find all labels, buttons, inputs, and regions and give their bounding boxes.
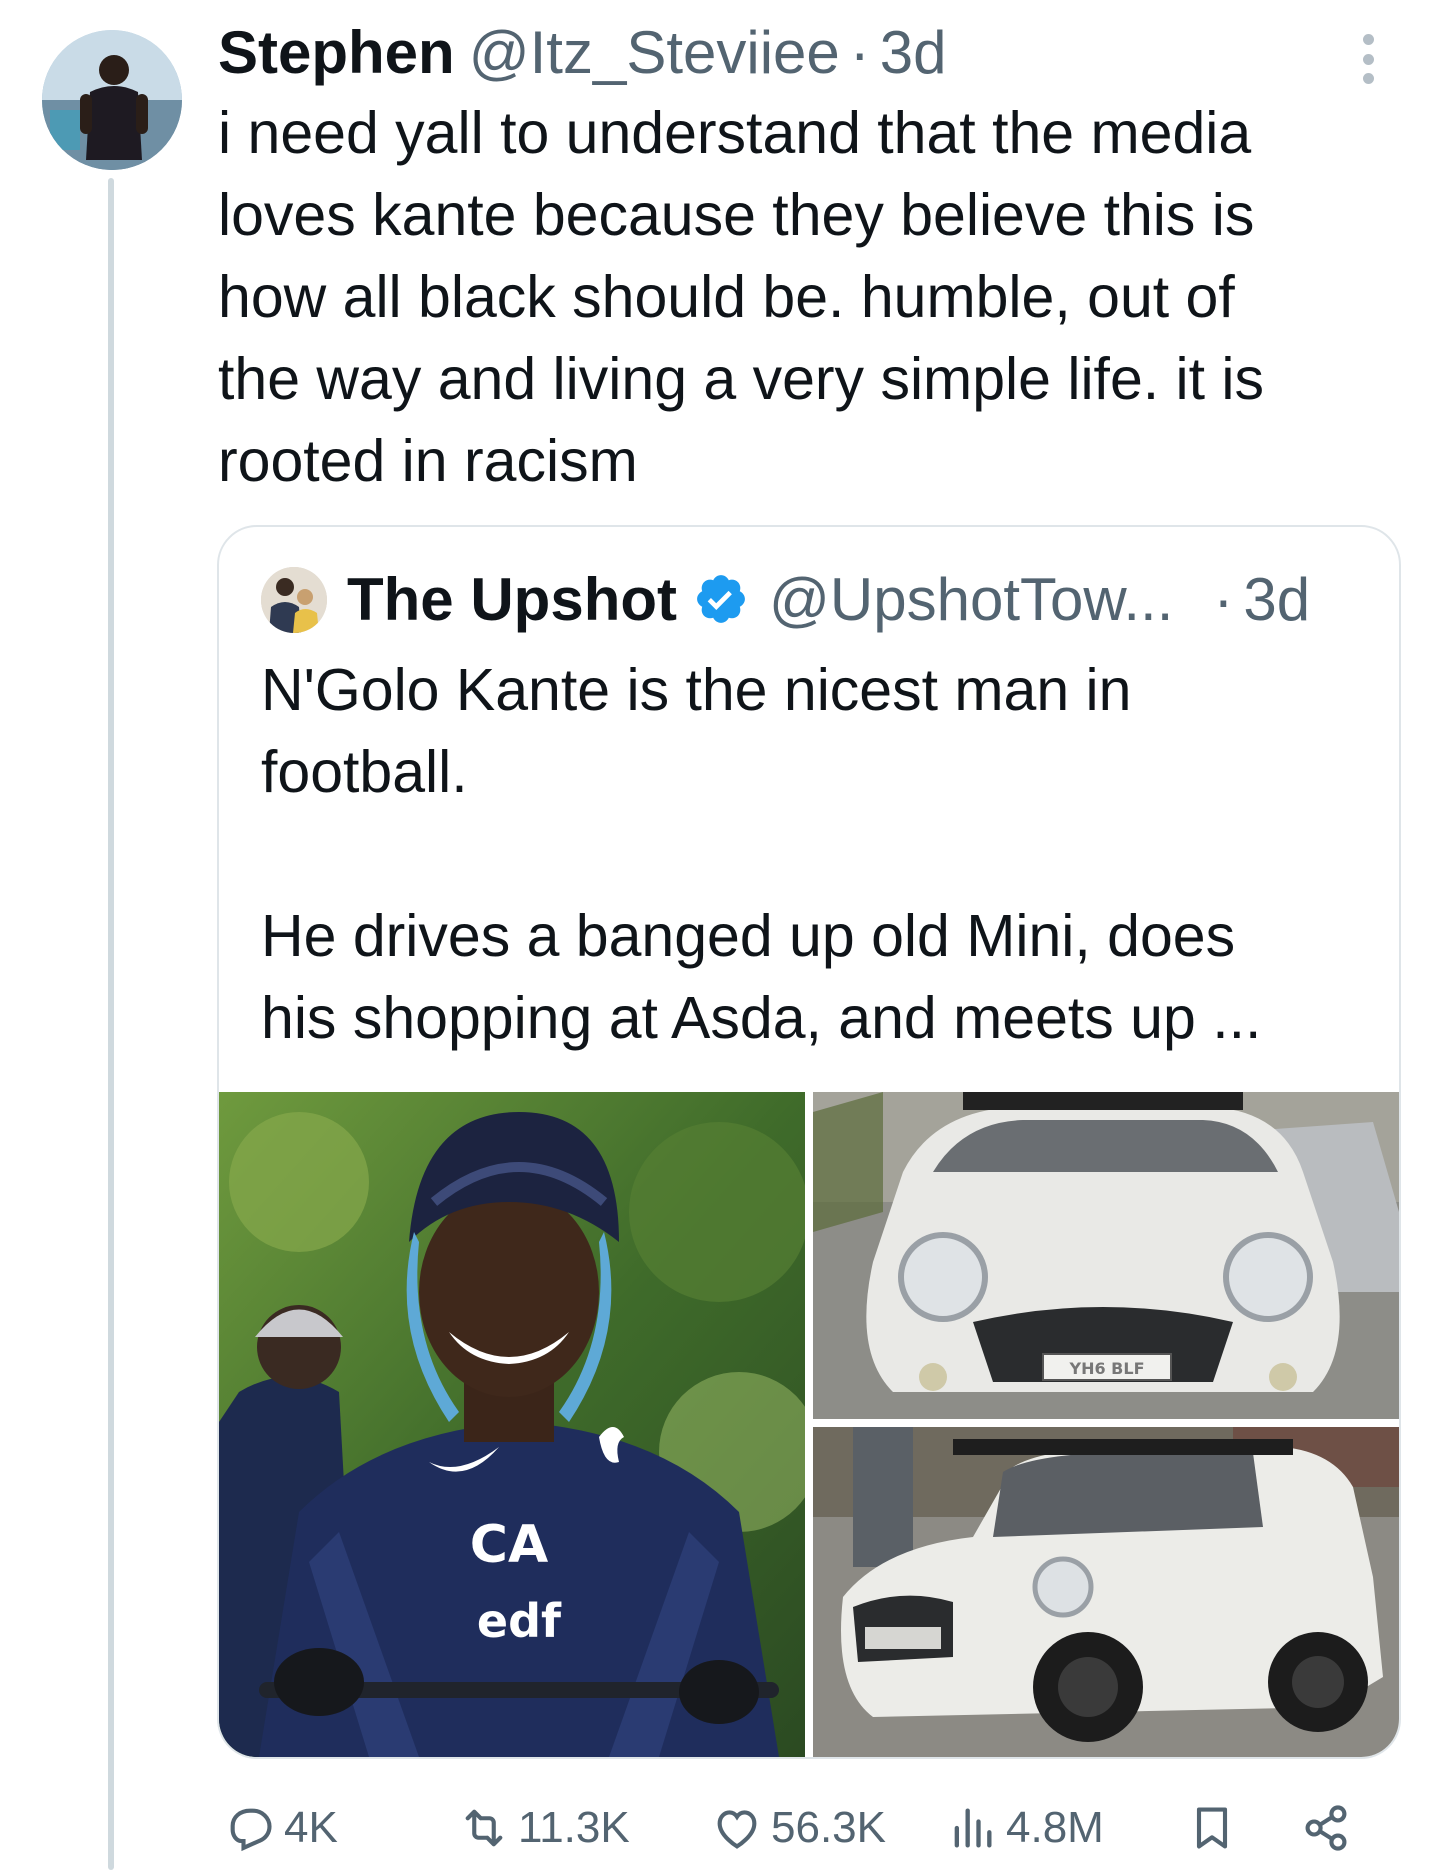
share-button[interactable]	[1300, 1798, 1360, 1858]
photo-mini-front[interactable]: YH6 BLF	[813, 1092, 1399, 1419]
more-icon[interactable]	[1356, 34, 1380, 84]
photo-mini-side[interactable]	[813, 1427, 1399, 1757]
repost-icon	[465, 1809, 503, 1847]
quote-header: The Upshot @UpshotTow... · 3d	[347, 564, 1310, 634]
quote-text: N'Golo Kante is the nicest man in footba…	[261, 657, 1262, 1051]
shirt-logo-top: CA	[470, 1515, 548, 1575]
author-handle[interactable]: @Itz_Steviiee	[469, 18, 840, 87]
reply-button[interactable]: 4K	[224, 1798, 338, 1858]
verified-icon	[697, 575, 745, 623]
shirt-logo-bottom: edf	[477, 1594, 562, 1648]
bookmark-icon	[1196, 1807, 1228, 1849]
bookmark-button[interactable]	[1186, 1798, 1246, 1858]
author-avatar[interactable]	[42, 30, 182, 170]
quote-timestamp[interactable]: 3d	[1243, 565, 1310, 634]
author-display-name[interactable]: Stephen	[218, 18, 455, 87]
photo-cyclist[interactable]: CA edf	[219, 1092, 805, 1757]
quoted-post[interactable]: The Upshot @UpshotTow... · 3d N'Golo Kan…	[217, 525, 1401, 1759]
like-button[interactable]: 56.3K	[711, 1798, 886, 1858]
quote-media-grid: CA edf YH6 BLF	[219, 1092, 1399, 1757]
views-button[interactable]: 4.8M	[946, 1798, 1104, 1858]
repost-button[interactable]: 11.3K	[458, 1798, 630, 1858]
share-icon	[1305, 1805, 1347, 1851]
post-header: Stephen @Itz_Steviiee · 3d	[218, 18, 947, 88]
action-bar: 4K 11.3K 56.3K 4.8M	[218, 1798, 1398, 1858]
view-count: 4.8M	[1006, 1803, 1104, 1852]
plate-text: YH6 BLF	[1069, 1359, 1145, 1378]
views-icon	[954, 1808, 992, 1848]
quote-handle[interactable]: @UpshotTow...	[769, 565, 1173, 634]
thread-line	[108, 178, 114, 1870]
repost-count: 11.3K	[518, 1803, 630, 1852]
post-timestamp[interactable]: 3d	[880, 18, 947, 87]
quote-header-separator: ·	[1213, 565, 1234, 633]
post-text: i need yall to understand that the media…	[218, 100, 1265, 494]
like-icon	[717, 1810, 757, 1849]
reply-count: 4K	[284, 1803, 338, 1852]
quote-author-avatar[interactable]	[261, 567, 327, 633]
quote-display-name[interactable]: The Upshot	[347, 565, 677, 634]
like-count: 56.3K	[771, 1803, 886, 1852]
header-separator: ·	[849, 19, 870, 86]
reply-icon	[230, 1808, 272, 1852]
